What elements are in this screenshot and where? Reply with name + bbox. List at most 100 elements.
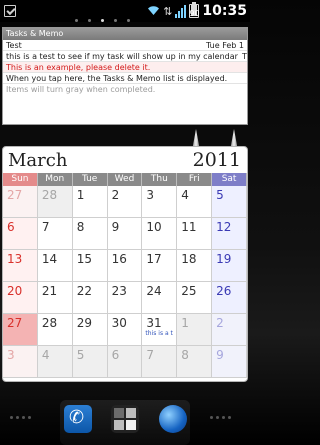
calendar-day-cell[interactable]: 9 — [212, 346, 247, 378]
calendar-event[interactable]: this is a t — [145, 330, 173, 337]
calendar-day-number: 28 — [41, 188, 58, 202]
calendar-day-number: 10 — [146, 220, 162, 234]
calendar-day-number: 27 — [7, 188, 23, 202]
app-drawer-icon[interactable] — [111, 405, 139, 433]
calendar-day-number: 28 — [41, 316, 58, 330]
task-row[interactable]: This is an example, please delete it. — [3, 62, 247, 73]
clock: 10:35 — [202, 3, 247, 19]
calendar-widget[interactable]: March 2011 Sun Mon Tue Wed Thu Fri Sat 2… — [2, 146, 248, 382]
task-date: Thu 31 — [241, 52, 247, 61]
calendar-day-cell[interactable]: 26 — [212, 282, 247, 314]
calendar-day-cell[interactable]: 5 — [72, 346, 108, 378]
calendar-day-number: 6 — [111, 348, 120, 362]
calendar-day-cell[interactable]: 6 — [3, 218, 38, 250]
task-row[interactable]: Test Tue Feb 1 — [3, 40, 247, 51]
data-transfer-icon: ⇅ — [163, 4, 173, 18]
calendar-day-cell[interactable]: 28 — [37, 314, 73, 346]
dow-label: Fri — [177, 173, 213, 186]
calendar-day-number: 2 — [111, 188, 120, 202]
calendar-day-cell[interactable]: 10 — [142, 218, 178, 250]
calendar-day-cell[interactable]: 15 — [72, 250, 108, 282]
calendar-day-cell[interactable]: 6 — [107, 346, 143, 378]
calendar-day-cell[interactable]: 22 — [72, 282, 108, 314]
calendar-day-cell[interactable]: 9 — [107, 218, 143, 250]
calendar-day-cell[interactable]: 12 — [212, 218, 247, 250]
day-of-week-header: Sun Mon Tue Wed Thu Fri Sat — [3, 173, 247, 186]
dow-label: Wed — [107, 173, 143, 186]
calendar-day-number: 30 — [111, 316, 127, 330]
calendar-day-number: 22 — [76, 284, 92, 298]
calendar-day-cell[interactable]: 23 — [107, 282, 143, 314]
calendar-day-cell[interactable]: 20 — [3, 282, 38, 314]
calendar-day-cell[interactable]: 21 — [37, 282, 73, 314]
calendar-day-cell[interactable]: 7 — [142, 346, 178, 378]
calendar-day-cell[interactable]: 13 — [3, 250, 38, 282]
calendar-day-cell[interactable]: 8 — [72, 218, 108, 250]
calendar-day-cell[interactable]: 4 — [37, 346, 73, 378]
checkbox-icon — [4, 5, 16, 17]
calendar-day-cell[interactable]: 19 — [212, 250, 247, 282]
calendar-day-number: 31 — [146, 316, 162, 330]
calendar-day-cell[interactable]: 25 — [177, 282, 213, 314]
calendar-day-number: 3 — [146, 188, 155, 202]
calendar-day-number: 7 — [146, 348, 155, 362]
calendar-day-cell[interactable]: 27 — [3, 186, 38, 218]
tasks-memo-widget[interactable]: Tasks & Memo Test Tue Feb 1 this is a te… — [2, 27, 248, 125]
task-row[interactable]: When you tap here, the Tasks & Memo list… — [3, 73, 247, 84]
calendar-year: 2011 — [192, 149, 241, 171]
calendar-day-number: 17 — [146, 252, 162, 266]
task-row[interactable]: Items will turn gray when completed. — [3, 84, 247, 95]
task-text: When you tap here, the Tasks & Memo list… — [6, 74, 228, 83]
calendar-day-number: 1 — [76, 188, 85, 202]
calendar-day-cell[interactable]: 27 — [3, 314, 38, 346]
dow-label: Tue — [72, 173, 108, 186]
calendar-day-cell[interactable]: 17 — [142, 250, 178, 282]
calendar-day-cell[interactable]: 3 — [142, 186, 178, 218]
calendar-day-cell[interactable]: 8 — [177, 346, 213, 378]
calendar-day-number: 5 — [216, 188, 224, 202]
task-text: This is an example, please delete it. — [6, 63, 151, 72]
calendar-day-cell[interactable]: 11 — [177, 218, 213, 250]
calendar-day-cell[interactable]: 29 — [72, 314, 108, 346]
task-row[interactable]: this is a test to see if my task will sh… — [3, 51, 247, 62]
calendar-day-cell[interactable]: 7 — [37, 218, 73, 250]
calendar-day-number: 11 — [181, 220, 197, 234]
wifi-icon — [147, 5, 160, 18]
calendar-day-cell[interactable]: 3 — [3, 346, 38, 378]
calendar-day-number: 4 — [41, 348, 50, 362]
phone-icon[interactable] — [64, 405, 92, 433]
calendar-day-number: 27 — [7, 316, 23, 330]
calendar-day-cell[interactable]: 24 — [142, 282, 178, 314]
task-text: this is a test to see if my task will sh… — [6, 52, 238, 61]
task-text: Test — [6, 41, 22, 50]
calendar-day-cell[interactable]: 28 — [37, 186, 73, 218]
calendar-day-number: 19 — [216, 252, 232, 266]
calendar-day-number: 29 — [76, 316, 92, 330]
calendar-day-number: 25 — [181, 284, 197, 298]
calendar-day-cell[interactable]: 4 — [177, 186, 213, 218]
calendar-day-number: 1 — [181, 316, 189, 330]
calendar-day-cell[interactable]: 30 — [107, 314, 143, 346]
calendar-day-number: 24 — [146, 284, 162, 298]
dow-label: Sat — [212, 173, 247, 186]
dock-left-indicator — [10, 416, 31, 419]
browser-icon[interactable] — [159, 405, 187, 433]
calendar-day-cell[interactable]: 18 — [177, 250, 213, 282]
calendar-day-cell[interactable]: 1 — [177, 314, 213, 346]
calendar-day-number: 9 — [216, 348, 224, 362]
calendar-day-number: 5 — [76, 348, 85, 362]
calendar-day-cell[interactable]: 2 — [107, 186, 143, 218]
calendar-day-number: 15 — [76, 252, 92, 266]
calendar-day-number: 18 — [181, 252, 197, 266]
task-date: Tue Feb 1 — [205, 41, 244, 50]
calendar-day-cell[interactable]: 2 — [212, 314, 247, 346]
calendar-grid: 27 28 1 2 3 4 5 6 7 8 9 10 11 12 13 14 15 16 17 18 19 20 21 22 2… — [3, 186, 247, 378]
calendar-day-cell[interactable]: 16 — [107, 250, 143, 282]
calendar-day-cell[interactable]: 31 this is a t — [142, 314, 178, 346]
calendar-day-cell[interactable]: 5 — [212, 186, 247, 218]
calendar-day-number: 8 — [76, 220, 85, 234]
calendar-day-cell[interactable]: 14 — [37, 250, 73, 282]
calendar-day-cell[interactable]: 1 — [72, 186, 108, 218]
calendar-day-number: 6 — [7, 220, 15, 234]
calendar-day-number: 2 — [216, 316, 224, 330]
